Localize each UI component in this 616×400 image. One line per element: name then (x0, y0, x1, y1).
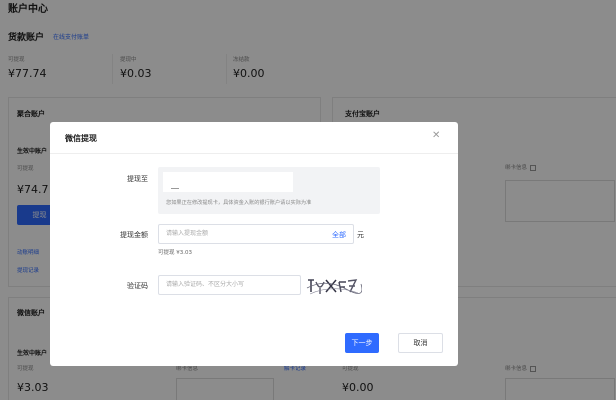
amount-label: 提现金额 (120, 231, 148, 239)
captcha-input[interactable]: 请输入验证码、不区分大小写 (158, 275, 301, 295)
account-placeholder-dash (171, 188, 179, 189)
cancel-button[interactable]: 取消 (398, 333, 443, 353)
close-icon[interactable]: ✕ (432, 130, 440, 141)
currency-unit: 元 (357, 231, 364, 239)
withdraw-account-box: 您如果正在修改提现卡，具体资金入账的银行账户请以实际为准 (158, 167, 380, 214)
withdraw-all-link[interactable]: 全部 (332, 230, 346, 240)
amount-input[interactable]: 请输入提现金额 (158, 224, 354, 244)
next-step-button[interactable]: 下一步 (345, 333, 379, 353)
captcha-image[interactable] (306, 274, 362, 298)
wechat-withdraw-dialog: 微信提现 ✕ 提现至 您如果正在修改提现卡，具体资金入账的银行账户请以实际为准 … (50, 122, 458, 366)
dialog-divider (50, 153, 458, 154)
withdraw-to-label: 提现至 (127, 175, 148, 183)
withdraw-account-note: 您如果正在修改提现卡，具体资金入账的银行账户请以实际为准 (166, 200, 312, 206)
captcha-label: 验证码 (127, 282, 148, 290)
withdraw-account-field[interactable] (163, 172, 293, 192)
dialog-title: 微信提现 (65, 134, 97, 143)
available-amount: 可提现 ¥3.03 (158, 250, 192, 256)
